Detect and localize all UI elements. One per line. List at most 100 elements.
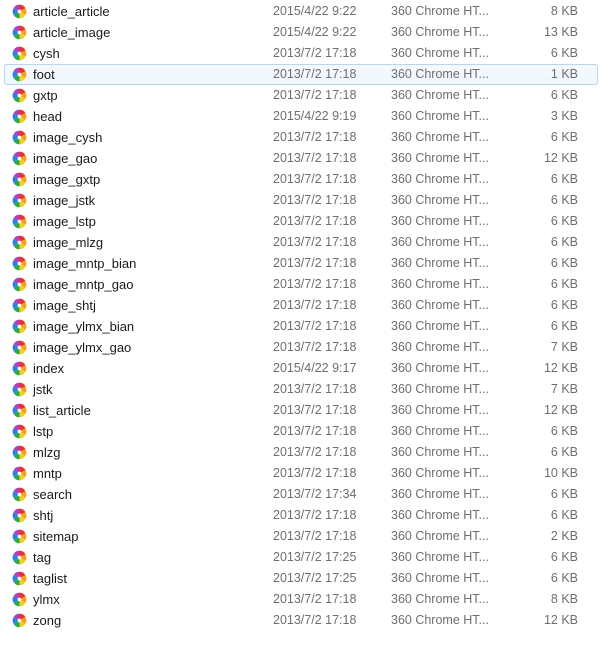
file-size: 10 KB	[511, 465, 597, 482]
file-type: 360 Chrome HT...	[391, 192, 511, 209]
360-chrome-html-document-icon	[10, 192, 30, 209]
file-size: 6 KB	[511, 213, 597, 230]
file-row-taglist[interactable]: taglist 2013/7/2 17:25 360 Chrome HT... …	[4, 568, 598, 589]
file-name: shtj	[30, 507, 273, 524]
file-row-image_shtj[interactable]: image_shtj 2013/7/2 17:18 360 Chrome HT.…	[4, 295, 598, 316]
file-row-mlzg[interactable]: mlzg 2013/7/2 17:18 360 Chrome HT... 6 K…	[4, 442, 598, 463]
file-row-cysh[interactable]: cysh 2013/7/2 17:18 360 Chrome HT... 6 K…	[4, 43, 598, 64]
file-row-ylmx[interactable]: ylmx 2013/7/2 17:18 360 Chrome HT... 8 K…	[4, 589, 598, 610]
file-row-tag[interactable]: tag 2013/7/2 17:25 360 Chrome HT... 6 KB	[4, 547, 598, 568]
360-chrome-html-document-icon	[10, 444, 30, 461]
file-size: 6 KB	[511, 507, 597, 524]
file-row-foot[interactable]: foot 2013/7/2 17:18 360 Chrome HT... 1 K…	[4, 64, 598, 85]
360-chrome-html-document-icon	[10, 423, 30, 440]
file-list-details-view[interactable]: article_article 2015/4/22 9:22 360 Chrom…	[0, 0, 604, 650]
file-row-image_ylmx_bian[interactable]: image_ylmx_bian 2013/7/2 17:18 360 Chrom…	[4, 316, 598, 337]
360-chrome-html-document-icon	[10, 507, 30, 524]
file-row-lstp[interactable]: lstp 2013/7/2 17:18 360 Chrome HT... 6 K…	[4, 421, 598, 442]
file-type: 360 Chrome HT...	[391, 402, 511, 419]
file-size: 6 KB	[511, 549, 597, 566]
file-size: 12 KB	[511, 612, 597, 629]
file-row-image_gao[interactable]: image_gao 2013/7/2 17:18 360 Chrome HT..…	[4, 148, 598, 169]
file-size: 8 KB	[511, 591, 597, 608]
file-row-image_gxtp[interactable]: image_gxtp 2013/7/2 17:18 360 Chrome HT.…	[4, 169, 598, 190]
file-row-head[interactable]: head 2015/4/22 9:19 360 Chrome HT... 3 K…	[4, 106, 598, 127]
file-size: 6 KB	[511, 171, 597, 188]
file-size: 7 KB	[511, 339, 597, 356]
file-name: image_cysh	[30, 129, 273, 146]
file-row-shtj[interactable]: shtj 2013/7/2 17:18 360 Chrome HT... 6 K…	[4, 505, 598, 526]
file-row-image_jstk[interactable]: image_jstk 2013/7/2 17:18 360 Chrome HT.…	[4, 190, 598, 211]
file-name: cysh	[30, 45, 273, 62]
file-date-modified: 2013/7/2 17:18	[273, 444, 391, 461]
360-chrome-html-document-icon	[10, 381, 30, 398]
file-type: 360 Chrome HT...	[391, 171, 511, 188]
file-type: 360 Chrome HT...	[391, 465, 511, 482]
file-type: 360 Chrome HT...	[391, 129, 511, 146]
file-row-mntp[interactable]: mntp 2013/7/2 17:18 360 Chrome HT... 10 …	[4, 463, 598, 484]
file-size: 8 KB	[511, 3, 597, 20]
file-row-image_cysh[interactable]: image_cysh 2013/7/2 17:18 360 Chrome HT.…	[4, 127, 598, 148]
file-size: 6 KB	[511, 297, 597, 314]
file-date-modified: 2013/7/2 17:18	[273, 507, 391, 524]
file-row-image_mlzg[interactable]: image_mlzg 2013/7/2 17:18 360 Chrome HT.…	[4, 232, 598, 253]
file-name: sitemap	[30, 528, 273, 545]
360-chrome-html-document-icon	[10, 108, 30, 125]
file-row-image_mntp_bian[interactable]: image_mntp_bian 2013/7/2 17:18 360 Chrom…	[4, 253, 598, 274]
file-type: 360 Chrome HT...	[391, 486, 511, 503]
file-name: lstp	[30, 423, 273, 440]
file-date-modified: 2013/7/2 17:18	[273, 381, 391, 398]
file-size: 7 KB	[511, 381, 597, 398]
360-chrome-html-document-icon	[10, 360, 30, 377]
file-row-sitemap[interactable]: sitemap 2013/7/2 17:18 360 Chrome HT... …	[4, 526, 598, 547]
file-date-modified: 2013/7/2 17:18	[273, 465, 391, 482]
file-size: 12 KB	[511, 150, 597, 167]
file-type: 360 Chrome HT...	[391, 612, 511, 629]
file-name: zong	[30, 612, 273, 629]
file-row-article_article[interactable]: article_article 2015/4/22 9:22 360 Chrom…	[4, 1, 598, 22]
file-date-modified: 2013/7/2 17:18	[273, 87, 391, 104]
file-row-list_article[interactable]: list_article 2013/7/2 17:18 360 Chrome H…	[4, 400, 598, 421]
360-chrome-html-document-icon	[10, 339, 30, 356]
file-row-jstk[interactable]: jstk 2013/7/2 17:18 360 Chrome HT... 7 K…	[4, 379, 598, 400]
file-date-modified: 2013/7/2 17:18	[273, 255, 391, 272]
file-row-image_mntp_gao[interactable]: image_mntp_gao 2013/7/2 17:18 360 Chrome…	[4, 274, 598, 295]
file-size: 1 KB	[511, 66, 597, 83]
file-name: index	[30, 360, 273, 377]
file-type: 360 Chrome HT...	[391, 381, 511, 398]
file-size: 2 KB	[511, 528, 597, 545]
file-date-modified: 2015/4/22 9:22	[273, 3, 391, 20]
file-row-search[interactable]: search 2013/7/2 17:34 360 Chrome HT... 6…	[4, 484, 598, 505]
file-date-modified: 2013/7/2 17:18	[273, 213, 391, 230]
file-name: list_article	[30, 402, 273, 419]
file-row-article_image[interactable]: article_image 2015/4/22 9:22 360 Chrome …	[4, 22, 598, 43]
360-chrome-html-document-icon	[10, 549, 30, 566]
file-name: image_mlzg	[30, 234, 273, 251]
file-name: image_gao	[30, 150, 273, 167]
file-date-modified: 2013/7/2 17:18	[273, 423, 391, 440]
file-name: image_ylmx_gao	[30, 339, 273, 356]
file-date-modified: 2013/7/2 17:18	[273, 45, 391, 62]
file-date-modified: 2013/7/2 17:25	[273, 549, 391, 566]
file-type: 360 Chrome HT...	[391, 570, 511, 587]
file-row-image_lstp[interactable]: image_lstp 2013/7/2 17:18 360 Chrome HT.…	[4, 211, 598, 232]
file-size: 6 KB	[511, 276, 597, 293]
file-name: mlzg	[30, 444, 273, 461]
file-date-modified: 2013/7/2 17:18	[273, 297, 391, 314]
file-type: 360 Chrome HT...	[391, 528, 511, 545]
file-name: foot	[30, 66, 273, 83]
360-chrome-html-document-icon	[10, 486, 30, 503]
file-row-zong[interactable]: zong 2013/7/2 17:18 360 Chrome HT... 12 …	[4, 610, 598, 631]
file-name: mntp	[30, 465, 273, 482]
file-type: 360 Chrome HT...	[391, 549, 511, 566]
file-date-modified: 2013/7/2 17:18	[273, 234, 391, 251]
360-chrome-html-document-icon	[10, 213, 30, 230]
file-row-index[interactable]: index 2015/4/22 9:17 360 Chrome HT... 12…	[4, 358, 598, 379]
file-size: 6 KB	[511, 570, 597, 587]
file-row-gxtp[interactable]: gxtp 2013/7/2 17:18 360 Chrome HT... 6 K…	[4, 85, 598, 106]
360-chrome-html-document-icon	[10, 129, 30, 146]
file-size: 12 KB	[511, 402, 597, 419]
file-size: 6 KB	[511, 444, 597, 461]
file-row-image_ylmx_gao[interactable]: image_ylmx_gao 2013/7/2 17:18 360 Chrome…	[4, 337, 598, 358]
file-size: 6 KB	[511, 129, 597, 146]
